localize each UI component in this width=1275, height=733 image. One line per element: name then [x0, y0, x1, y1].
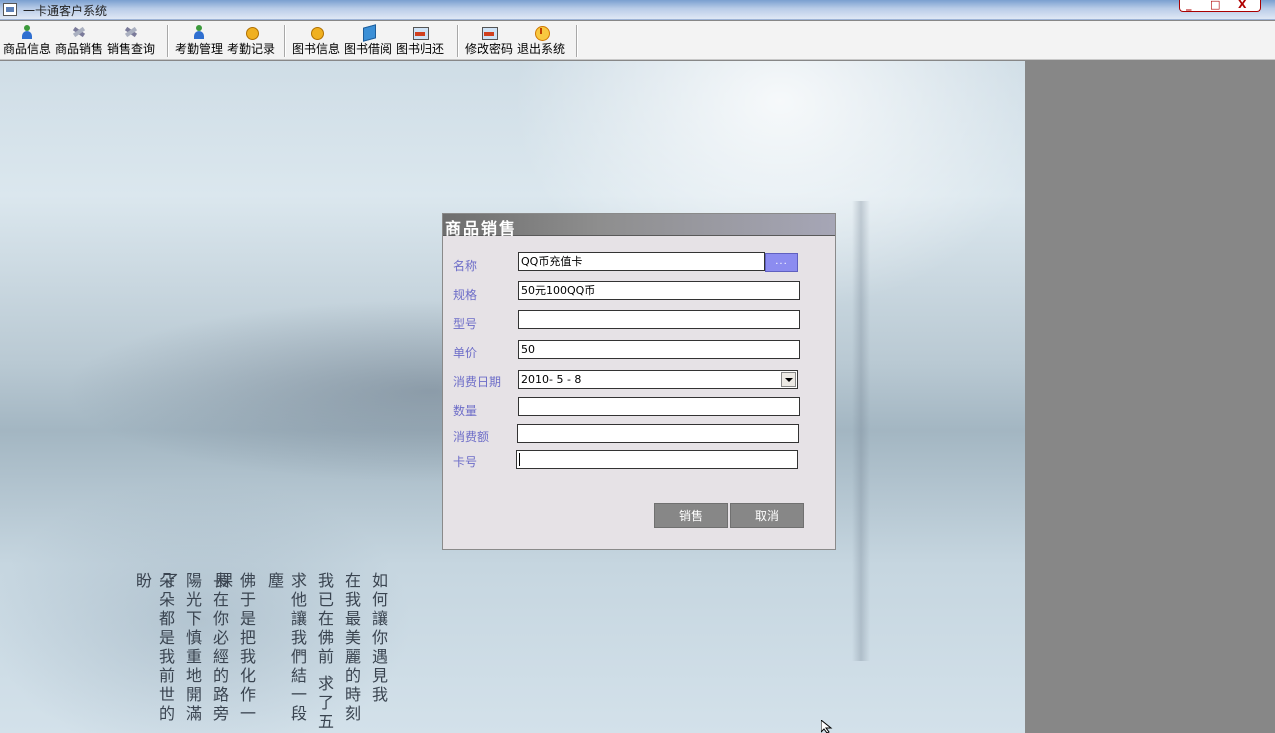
tools-icon: [124, 25, 138, 39]
product-info-button[interactable]: 商品信息: [1, 23, 53, 59]
tools-icon: [72, 25, 86, 39]
poem-column: 求他讓我們結一段塵: [265, 572, 307, 724]
text-caret: [519, 453, 520, 466]
picture-icon: [482, 25, 498, 40]
poem-column: 我已在佛前 求了五: [315, 572, 334, 733]
coin-icon: [244, 25, 260, 40]
toolbar-separator: [167, 25, 169, 57]
toolbar-separator: [576, 25, 578, 57]
dialog-title-bar: 商品销售: [443, 214, 835, 238]
book-return-button[interactable]: 图书归还: [394, 23, 446, 59]
poem-column: 朵朵都是我前世的盼: [133, 572, 175, 724]
window-controls: _ □ X: [1179, 0, 1261, 12]
title-bar: 一卡通客户系统 _ □ X: [0, 0, 1275, 20]
poem-column: 陽光下慎重地開滿了: [160, 572, 202, 724]
price-field[interactable]: 50: [518, 340, 800, 359]
close-button[interactable]: X: [1238, 0, 1246, 11]
attendance-record-button[interactable]: 考勤记录: [225, 23, 277, 59]
minimize-button[interactable]: _: [1186, 0, 1192, 11]
coin-icon: [309, 25, 324, 40]
change-password-button[interactable]: 修改密码: [463, 23, 515, 59]
price-label: 单价: [453, 346, 478, 360]
background-poem: 如何讓你遇見我 在我最美麗的時刻 我已在佛前 求了五 求他讓我們結一段塵 佛于是…: [130, 572, 390, 733]
quantity-label: 数量: [453, 404, 478, 418]
amount-label: 消费额: [453, 430, 490, 444]
sales-query-button[interactable]: 销售查询: [105, 23, 157, 59]
exit-system-button[interactable]: 退出系统: [515, 23, 567, 59]
amount-field[interactable]: [517, 424, 799, 443]
app-icon: [3, 3, 17, 16]
name-label: 名称: [453, 259, 478, 273]
model-label: 型号: [453, 317, 478, 331]
toolbar-separator: [457, 25, 459, 57]
decorative-brush-stroke: [852, 201, 870, 661]
date-value: 2010- 5 - 8: [521, 373, 582, 386]
poem-column: 佛于是把我化作一棵: [214, 572, 256, 724]
spec-label: 规格: [453, 288, 478, 302]
poem-column: 在我最美麗的時刻: [342, 572, 361, 724]
toolbar-group-system: 修改密码 退出系统: [463, 23, 567, 59]
browse-button[interactable]: ...: [765, 253, 798, 272]
quantity-field[interactable]: [518, 397, 800, 416]
poem-column: 長在你必經的路旁: [210, 572, 229, 724]
toolbar-group-books: 图书信息 图书借阅 图书归还: [290, 23, 446, 59]
name-field[interactable]: QQ币充值卡: [518, 252, 765, 271]
model-field[interactable]: [518, 310, 800, 329]
main-toolbar: 商品信息 商品销售 销售查询 考勤管理 考勤记录 图书信息 图书借阅 图书归还 …: [0, 21, 1275, 60]
person-icon: [192, 25, 206, 39]
toolbar-group-sales: 商品信息 商品销售 销售查询: [1, 23, 157, 59]
chevron-down-icon[interactable]: [781, 372, 796, 387]
card-label: 卡号: [453, 455, 478, 469]
spec-field[interactable]: 50元100QQ币: [518, 281, 800, 300]
book-info-button[interactable]: 图书信息: [290, 23, 342, 59]
product-sale-dialog: 商品销售 名称 QQ币充值卡 ... 规格 50元100QQ币 型号 单价 50…: [442, 213, 836, 550]
person-icon: [20, 25, 34, 39]
dialog-title: 商品销售: [445, 219, 518, 238]
window-title: 一卡通客户系统: [23, 4, 108, 18]
power-icon: [534, 25, 551, 41]
sell-button[interactable]: 销售: [654, 503, 728, 528]
card-number-field[interactable]: [516, 450, 798, 469]
maximize-button[interactable]: □: [1210, 0, 1220, 11]
toolbar-separator: [284, 25, 286, 57]
date-label: 消费日期: [453, 375, 502, 389]
product-sales-button[interactable]: 商品销售: [53, 23, 105, 59]
book-borrow-button[interactable]: 图书借阅: [342, 23, 394, 59]
book-icon: [361, 25, 375, 39]
cancel-button[interactable]: 取消: [730, 503, 804, 528]
date-picker[interactable]: 2010- 5 - 8: [518, 370, 798, 389]
picture-icon: [413, 25, 430, 40]
poem-gap: [262, 572, 282, 733]
poem-column: 如何讓你遇見我: [369, 572, 388, 705]
attendance-manage-button[interactable]: 考勤管理: [173, 23, 225, 59]
toolbar-group-attendance: 考勤管理 考勤记录: [173, 23, 277, 59]
